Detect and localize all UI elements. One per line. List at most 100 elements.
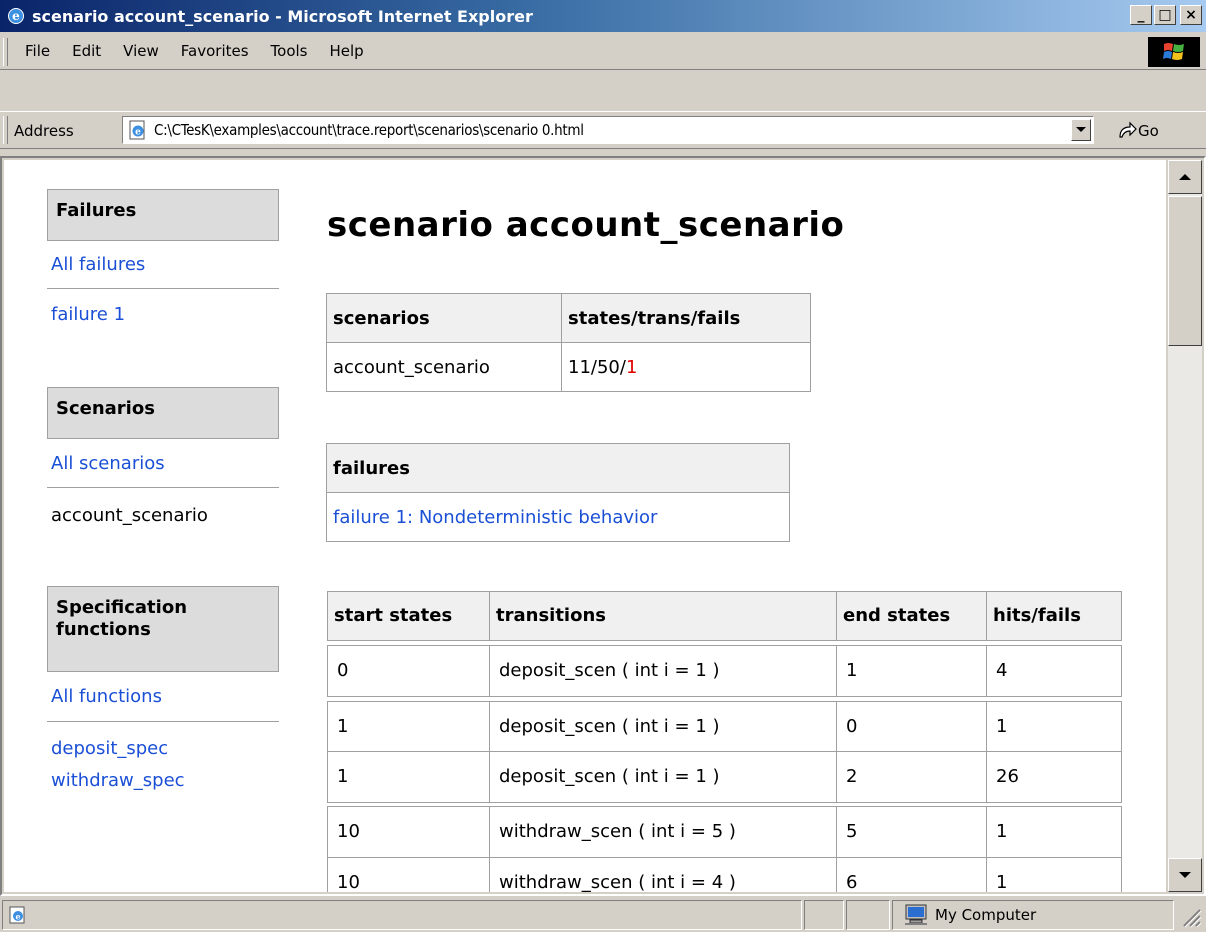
scroll-down-button[interactable] [1168, 858, 1202, 892]
browser-viewport: Failures All failures failure 1 Scenario… [0, 156, 1206, 896]
table-row: 1 deposit_scen ( int i = 1 ) 2 26 [327, 751, 1122, 803]
address-input[interactable]: e C:\CTesK\examples\account\trace.report… [122, 116, 1094, 144]
status-panel [846, 900, 890, 930]
hits-fails-cell: 1 [996, 821, 1008, 842]
scenario-name-cell: account_scenario [327, 343, 562, 391]
sidebar-heading-functions: Specification functions [47, 586, 279, 672]
failure-1-detail-link[interactable]: failure 1: Nondeterministic behavior [333, 507, 657, 528]
hits-fails-cell: 1 [996, 872, 1008, 892]
column-header: start states [328, 592, 490, 640]
start-state-cell: 10 [328, 858, 490, 892]
address-value: C:\CTesK\examples\account\trace.report\s… [154, 121, 584, 139]
page-status-icon: e [9, 906, 27, 924]
column-header: scenarios [327, 294, 562, 343]
hits-fails-cell: 26 [996, 766, 1019, 787]
menu-favorites[interactable]: Favorites [170, 42, 260, 60]
transition-cell: deposit_scen ( int i = 1 ) [490, 702, 837, 752]
status-bar: e My Computer [0, 898, 1206, 932]
close-button[interactable]: × [1180, 5, 1202, 25]
menu-file[interactable]: File [14, 42, 61, 60]
transitions-table-header: start states transitions end states hits… [327, 591, 1122, 641]
transition-cell: withdraw_scen ( int i = 5 ) [490, 807, 837, 857]
arrow-up-icon [1179, 174, 1191, 180]
go-arrow-icon [1119, 121, 1137, 138]
hits-fails-cell: 1 [996, 716, 1008, 737]
svg-text:e: e [135, 128, 141, 138]
failure-1-link[interactable]: failure 1 [51, 302, 125, 328]
page-icon: e [128, 120, 148, 140]
table-row: account_scenario 11/50/1 [327, 343, 810, 391]
start-state-cell: 0 [328, 646, 490, 696]
page-title: scenario account_scenario [327, 205, 845, 245]
end-state-cell: 6 [837, 858, 987, 892]
address-dropdown-button[interactable] [1071, 119, 1091, 141]
table-row: failure 1: Nondeterministic behavior [327, 493, 789, 541]
table-row: 0 deposit_scen ( int i = 1 ) 1 4 [327, 645, 1122, 697]
deposit-spec-link[interactable]: deposit_spec [51, 736, 168, 762]
start-state-cell: 1 [328, 702, 490, 752]
table-header-row: failures [327, 444, 789, 493]
arrow-down-icon [1179, 872, 1191, 878]
start-state-cell: 10 [328, 807, 490, 857]
fail-count: 1 [625, 356, 638, 378]
menu-tools[interactable]: Tools [260, 42, 319, 60]
transition-cell: deposit_scen ( int i = 1 ) [490, 646, 837, 696]
scroll-thumb[interactable] [1168, 196, 1202, 346]
windows-logo-icon [1148, 37, 1200, 67]
svg-text:e: e [12, 9, 20, 23]
maximize-button[interactable]: □ [1154, 5, 1176, 25]
menu-help[interactable]: Help [319, 42, 375, 60]
all-failures-link[interactable]: All failures [51, 252, 145, 278]
chevron-down-icon [1076, 127, 1086, 132]
sidebar-divider [47, 487, 279, 488]
menu-edit[interactable]: Edit [61, 42, 112, 60]
withdraw-spec-link[interactable]: withdraw_spec [51, 768, 185, 794]
minimize-icon: _ [1137, 7, 1145, 23]
minimize-button[interactable]: _ [1130, 5, 1152, 25]
sidebar-divider [47, 288, 279, 289]
address-label: Address [14, 122, 74, 140]
go-button[interactable]: Go [1116, 112, 1159, 150]
status-panel [804, 900, 844, 930]
sidebar-heading-scenarios: Scenarios [47, 387, 279, 439]
zone-label: My Computer [935, 906, 1037, 924]
end-state-cell: 5 [837, 807, 987, 857]
all-scenarios-link[interactable]: All scenarios [51, 451, 165, 477]
column-header: failures [327, 444, 789, 493]
table-row: 10 withdraw_scen ( int i = 4 ) 6 1 [327, 857, 1122, 892]
menu-grip[interactable] [3, 38, 8, 66]
failure-cell: failure 1: Nondeterministic behavior [327, 493, 789, 541]
transition-cell: deposit_scen ( int i = 1 ) [490, 752, 837, 802]
maximize-icon: □ [1158, 7, 1172, 23]
all-functions-link[interactable]: All functions [51, 684, 162, 710]
close-icon: × [1185, 7, 1197, 23]
states-trans-fails-cell: 11/50/1 [568, 356, 638, 378]
ie-logo-icon[interactable]: e [6, 6, 26, 26]
address-bar: Address e C:\CTesK\examples\account\trac… [0, 111, 1206, 149]
table-row: 10 withdraw_scen ( int i = 5 ) 5 1 [327, 806, 1122, 858]
title-bar: e scenario account_scenario - Microsoft … [0, 0, 1206, 32]
svg-text:e: e [15, 912, 20, 922]
menu-bar: File Edit View Favorites Tools Help [0, 34, 1206, 70]
column-header: end states [837, 592, 987, 640]
scroll-up-button[interactable] [1168, 160, 1202, 194]
window-title: scenario account_scenario - Microsoft In… [32, 6, 533, 26]
menu-view[interactable]: View [112, 42, 170, 60]
end-state-cell: 0 [837, 702, 987, 752]
go-label: Go [1138, 122, 1159, 140]
vertical-scrollbar[interactable] [1168, 160, 1202, 892]
computer-icon [903, 904, 929, 926]
failures-table: failures failure 1: Nondeterministic beh… [326, 443, 790, 542]
resize-grip-icon[interactable] [1180, 906, 1202, 932]
address-grip[interactable] [3, 116, 8, 144]
sidebar-divider [47, 721, 279, 722]
table-header-row: scenarios states/trans/fails [327, 294, 810, 343]
transition-cell: withdraw_scen ( int i = 4 ) [490, 858, 837, 892]
hits-fails-cell: 4 [996, 660, 1008, 681]
end-state-cell: 1 [837, 646, 987, 696]
scenarios-table: scenarios states/trans/fails account_sce… [326, 293, 811, 392]
sidebar-heading-failures: Failures [47, 189, 279, 241]
column-header: states/trans/fails [562, 294, 810, 343]
column-header: hits/fails [993, 605, 1081, 626]
security-zone-panel: My Computer [892, 900, 1174, 930]
